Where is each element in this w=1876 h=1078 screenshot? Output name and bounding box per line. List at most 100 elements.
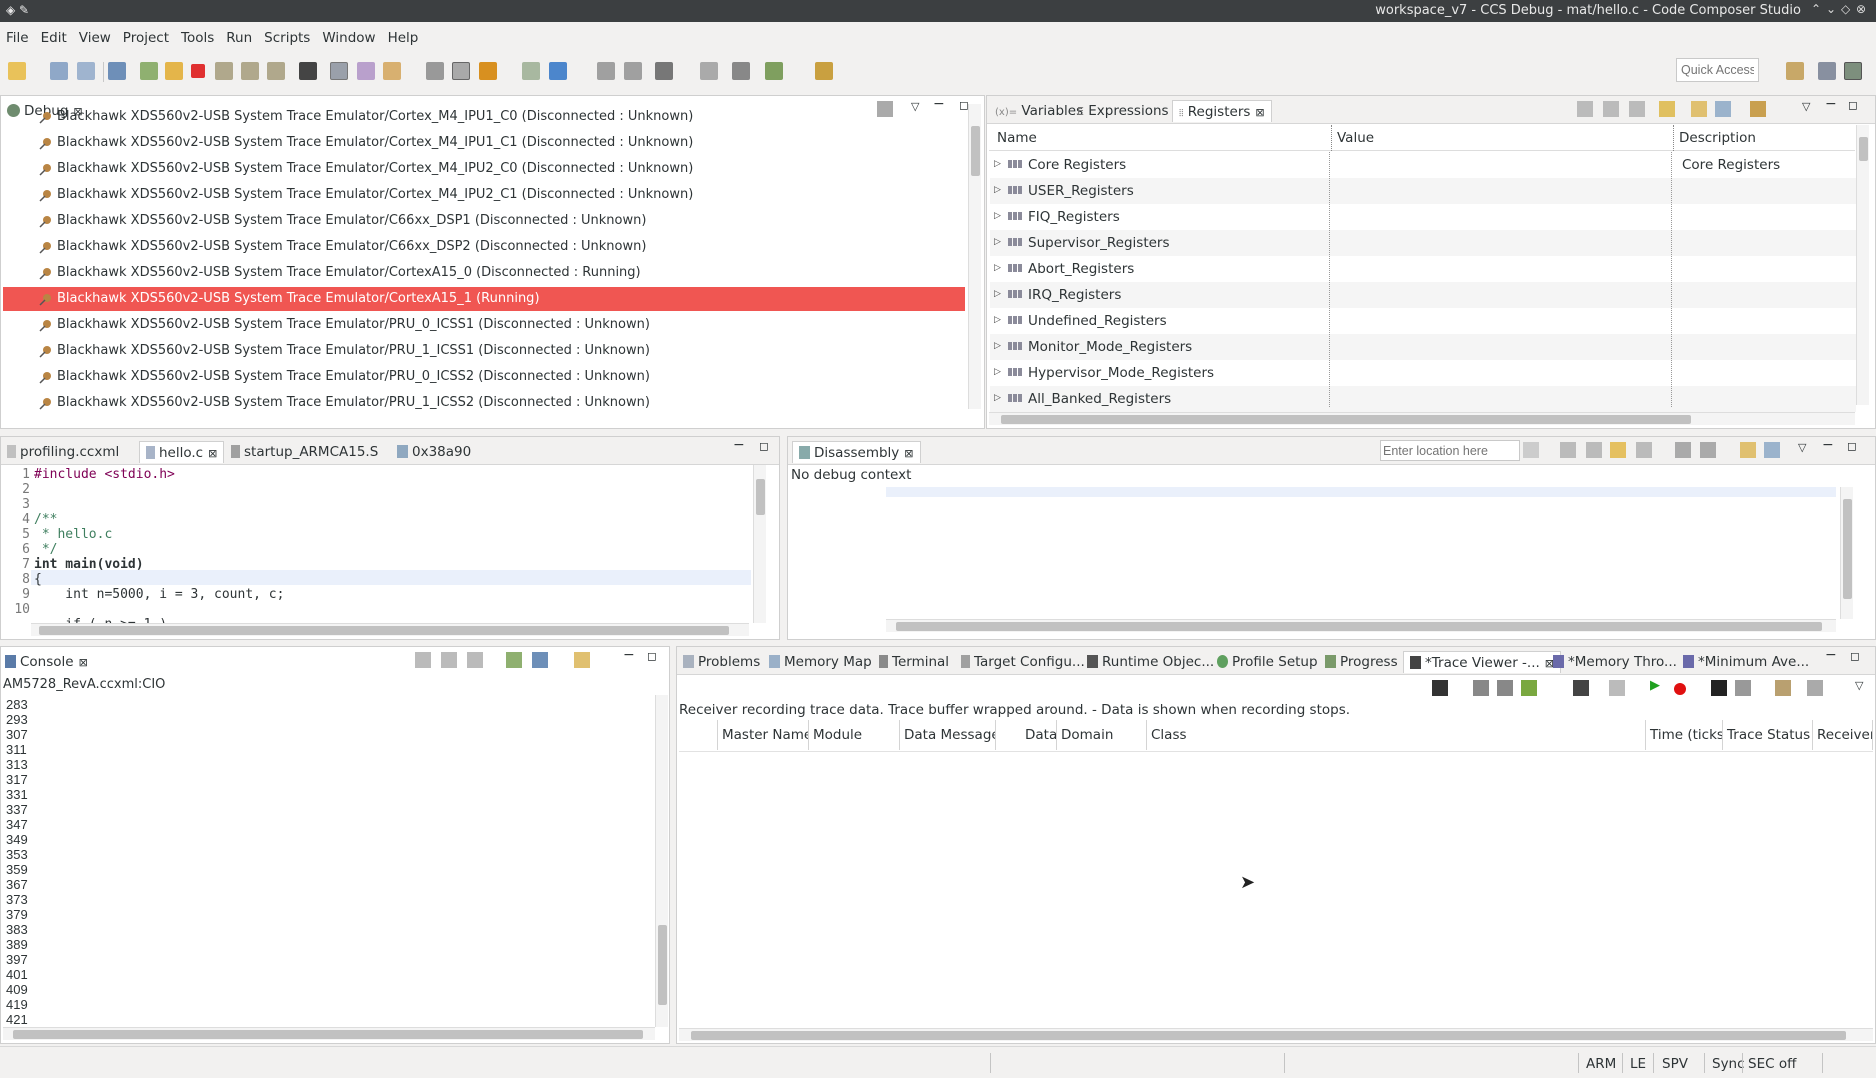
tab-hello-c[interactable]: hello.c ⊠: [139, 441, 225, 463]
disasm-hscroll[interactable]: [886, 619, 1836, 632]
trace-column-header[interactable]: [679, 720, 718, 750]
console-hscroll[interactable]: [3, 1027, 655, 1040]
save-all-icon[interactable]: [77, 62, 95, 80]
tab-target-configurations[interactable]: Target Configu...: [961, 651, 1085, 673]
debug-item[interactable]: Blackhawk XDS560v2-USB System Trace Emul…: [3, 183, 965, 207]
menu-edit[interactable]: Edit: [35, 26, 73, 46]
quick-access-input[interactable]: [1676, 58, 1759, 82]
new-group-icon[interactable]: [1691, 101, 1707, 117]
register-group-row[interactable]: ▷ All_Banked_Registers: [990, 386, 1856, 412]
resume-icon[interactable]: [140, 62, 158, 80]
refresh-icon[interactable]: [1700, 442, 1716, 458]
disasm-tool-1-icon[interactable]: [1560, 442, 1576, 458]
maximize-view-icon[interactable]: ◻: [759, 439, 769, 453]
location-input[interactable]: [1380, 440, 1520, 461]
register-group-row[interactable]: ▷ Abort_Registers: [990, 256, 1856, 282]
trace-column-header[interactable]: Data Message: [900, 720, 996, 750]
expand-icon[interactable]: ▷: [994, 237, 1001, 247]
refresh-icon[interactable]: [1659, 101, 1675, 117]
code-line[interactable]: #include <stdio.h>: [34, 467, 175, 482]
debug-icon[interactable]: [108, 62, 126, 80]
code-line[interactable]: * hello.c: [34, 527, 112, 542]
ccs-edit-perspective-icon[interactable]: [1818, 62, 1836, 80]
tab-0x38a90[interactable]: 0x38a90: [397, 441, 471, 463]
register-group-row[interactable]: ▷ Core Registers Core Registers: [990, 152, 1856, 178]
close-icon[interactable]: ⊠: [904, 447, 913, 460]
start-recording-icon[interactable]: ▶: [1650, 678, 1660, 693]
new-view-icon[interactable]: [1740, 442, 1756, 458]
save-trace-icon[interactable]: [1609, 680, 1625, 696]
new-icon[interactable]: [8, 62, 26, 80]
debug-item[interactable]: Blackhawk XDS560v2-USB System Trace Emul…: [3, 131, 965, 155]
maximize-view-icon[interactable]: ◻: [647, 649, 657, 663]
tab-runtime-objects[interactable]: Runtime Objec...: [1087, 651, 1214, 673]
tab-terminal[interactable]: Terminal: [879, 651, 949, 673]
col-value[interactable]: Value: [1337, 130, 1374, 146]
tab-registers[interactable]: ⦙⦙ Registers ⊠: [1172, 100, 1272, 122]
close-icon[interactable]: ⊠: [79, 656, 88, 669]
close-icon[interactable]: ⊠: [1255, 106, 1264, 119]
tab-variables[interactable]: (x)= Variables: [995, 100, 1083, 122]
expand-icon[interactable]: ▷: [994, 367, 1001, 377]
columns-icon[interactable]: [1473, 680, 1489, 696]
col-name[interactable]: Name: [997, 130, 1037, 146]
view-menu-icon[interactable]: ▽: [1798, 441, 1806, 454]
maximize-icon[interactable]: ◇: [1841, 2, 1850, 16]
expand-icon[interactable]: ▷: [994, 393, 1001, 403]
reset-icon[interactable]: [452, 62, 470, 80]
trace-column-header[interactable]: Class: [1147, 720, 1646, 750]
registers-tool-3-icon[interactable]: [1629, 101, 1645, 117]
register-group-row[interactable]: ▷ Monitor_Mode_Registers: [990, 334, 1856, 360]
tools-icon[interactable]: [655, 62, 673, 80]
pin-icon[interactable]: [1764, 442, 1780, 458]
expand-icon[interactable]: ▷: [994, 185, 1001, 195]
assembly-over-icon[interactable]: [624, 62, 642, 80]
step-over-icon[interactable]: [241, 62, 259, 80]
tab-console[interactable]: Console ⊠: [5, 651, 88, 673]
code-line[interactable]: /**: [34, 512, 57, 527]
analysis-icon[interactable]: [1775, 680, 1791, 696]
debug-item[interactable]: Blackhawk XDS560v2-USB System Trace Emul…: [3, 313, 965, 337]
expand-icon[interactable]: ▷: [994, 159, 1001, 169]
debug-item[interactable]: Blackhawk XDS560v2-USB System Trace Emul…: [3, 339, 965, 363]
save-icon[interactable]: [50, 62, 68, 80]
minimize-view-icon[interactable]: −: [1822, 437, 1834, 453]
link-icon[interactable]: [1610, 442, 1626, 458]
menu-window[interactable]: Window: [316, 26, 381, 46]
register-group-row[interactable]: ▷ Hypervisor_Mode_Registers: [990, 360, 1856, 386]
disasm-tool-2-icon[interactable]: [1586, 442, 1602, 458]
text-format-icon[interactable]: [1432, 680, 1448, 696]
tab-problems[interactable]: Problems: [683, 651, 760, 673]
table-icon[interactable]: [1573, 680, 1589, 696]
breakpoint-icon[interactable]: [357, 62, 375, 80]
menu-run[interactable]: Run: [220, 26, 258, 46]
open-console-icon[interactable]: [574, 652, 590, 668]
register-group-row[interactable]: ▷ IRQ_Registers: [990, 282, 1856, 308]
tab-startup-armca15[interactable]: startup_ARMCA15.S: [231, 441, 378, 463]
trace-settings-icon[interactable]: [1735, 680, 1751, 696]
register-group-row[interactable]: ▷ USER_Registers: [990, 178, 1856, 204]
pin-console-icon[interactable]: [506, 652, 522, 668]
view-icon[interactable]: [700, 62, 718, 80]
trace-column-header[interactable]: Master Name: [718, 720, 809, 750]
show-source-icon[interactable]: [1636, 442, 1652, 458]
wand-icon[interactable]: [815, 62, 833, 80]
tab-profiling-ccxml[interactable]: profiling.ccxml: [7, 441, 119, 463]
step-return-icon[interactable]: [267, 62, 285, 80]
expand-icon[interactable]: ▷: [994, 211, 1001, 221]
trace-column-header[interactable]: Data: [996, 720, 1057, 750]
registers-tool-1-icon[interactable]: [1577, 101, 1593, 117]
maximize-view-icon[interactable]: ◻: [1848, 98, 1858, 112]
ccs-debug-perspective-icon[interactable]: [1844, 62, 1862, 80]
suspend-icon[interactable]: [165, 62, 183, 80]
minimize-icon[interactable]: ⌄: [1826, 2, 1836, 16]
step-into-icon[interactable]: [215, 62, 233, 80]
register-group-row[interactable]: ▷ FIQ_Registers: [990, 204, 1856, 230]
view-menu-icon[interactable]: ▽: [1802, 100, 1810, 113]
expand-icon[interactable]: ▷: [994, 341, 1001, 351]
trace-column-header[interactable]: Time (ticks): [1646, 720, 1723, 750]
shade-icon[interactable]: ⌃: [1811, 2, 1821, 16]
tab-memory-map[interactable]: Memory Map: [769, 651, 872, 673]
menu-project[interactable]: Project: [117, 26, 175, 46]
tab-profile-setup[interactable]: Profile Setup: [1217, 651, 1318, 673]
